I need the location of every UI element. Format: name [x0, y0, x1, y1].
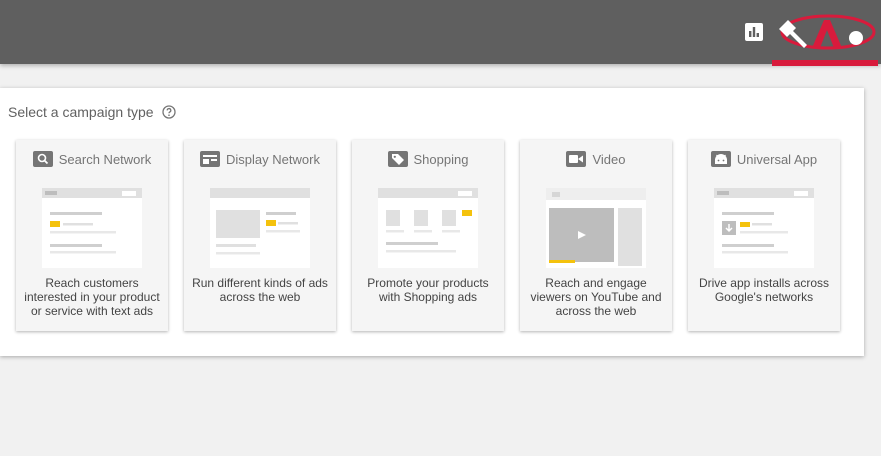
android-icon — [710, 151, 731, 167]
bar-chart-icon[interactable] — [744, 22, 764, 42]
campaign-card-display-network[interactable]: Display Network Run different kinds of a… — [184, 140, 336, 331]
search-icon — [32, 151, 53, 167]
video-camera-icon — [566, 151, 587, 167]
campaign-card-search-network[interactable]: Search Network Reach customers intereste… — [16, 140, 168, 331]
card-header: Universal App — [688, 150, 840, 168]
card-description: Promote your products with Shopping ads — [367, 276, 489, 304]
search-ad-illustration — [42, 188, 142, 268]
card-title: Shopping — [413, 151, 469, 167]
shopping-ad-illustration — [378, 188, 478, 268]
campaign-card-universal-app[interactable]: Universal App Drive app installs across … — [688, 140, 840, 331]
campaign-card-video[interactable]: Video Reach and engage viewers on YouTub… — [520, 140, 672, 331]
watermark-logo — [772, 14, 878, 66]
card-title: Video — [592, 151, 626, 167]
display-icon — [200, 151, 221, 167]
video-ad-illustration — [546, 188, 646, 268]
campaign-type-panel: Select a campaign type Search Network Re… — [0, 88, 864, 356]
shopping-tag-icon — [387, 151, 408, 167]
display-ad-illustration — [210, 188, 310, 268]
card-header: Search Network — [16, 150, 168, 168]
card-description: Drive app installs across Google's netwo… — [698, 276, 830, 304]
top-bar — [0, 0, 881, 66]
card-header: Display Network — [184, 150, 336, 168]
card-title: Search Network — [58, 151, 152, 167]
card-title: Display Network — [226, 151, 320, 167]
panel-title-text: Select a campaign type — [8, 104, 154, 120]
card-description: Reach customers interested in your produ… — [24, 276, 160, 318]
panel-title: Select a campaign type — [8, 104, 176, 120]
card-description: Reach and engage viewers on YouTube and … — [530, 276, 662, 318]
campaign-card-shopping[interactable]: Shopping Promote your products with Shop… — [352, 140, 504, 331]
card-description: Run different kinds of ads across the we… — [192, 276, 328, 304]
card-header: Shopping — [352, 150, 504, 168]
card-title: Universal App — [736, 151, 818, 167]
app-ad-illustration — [714, 188, 814, 268]
card-header: Video — [520, 150, 672, 168]
help-circle-icon[interactable] — [161, 105, 176, 119]
